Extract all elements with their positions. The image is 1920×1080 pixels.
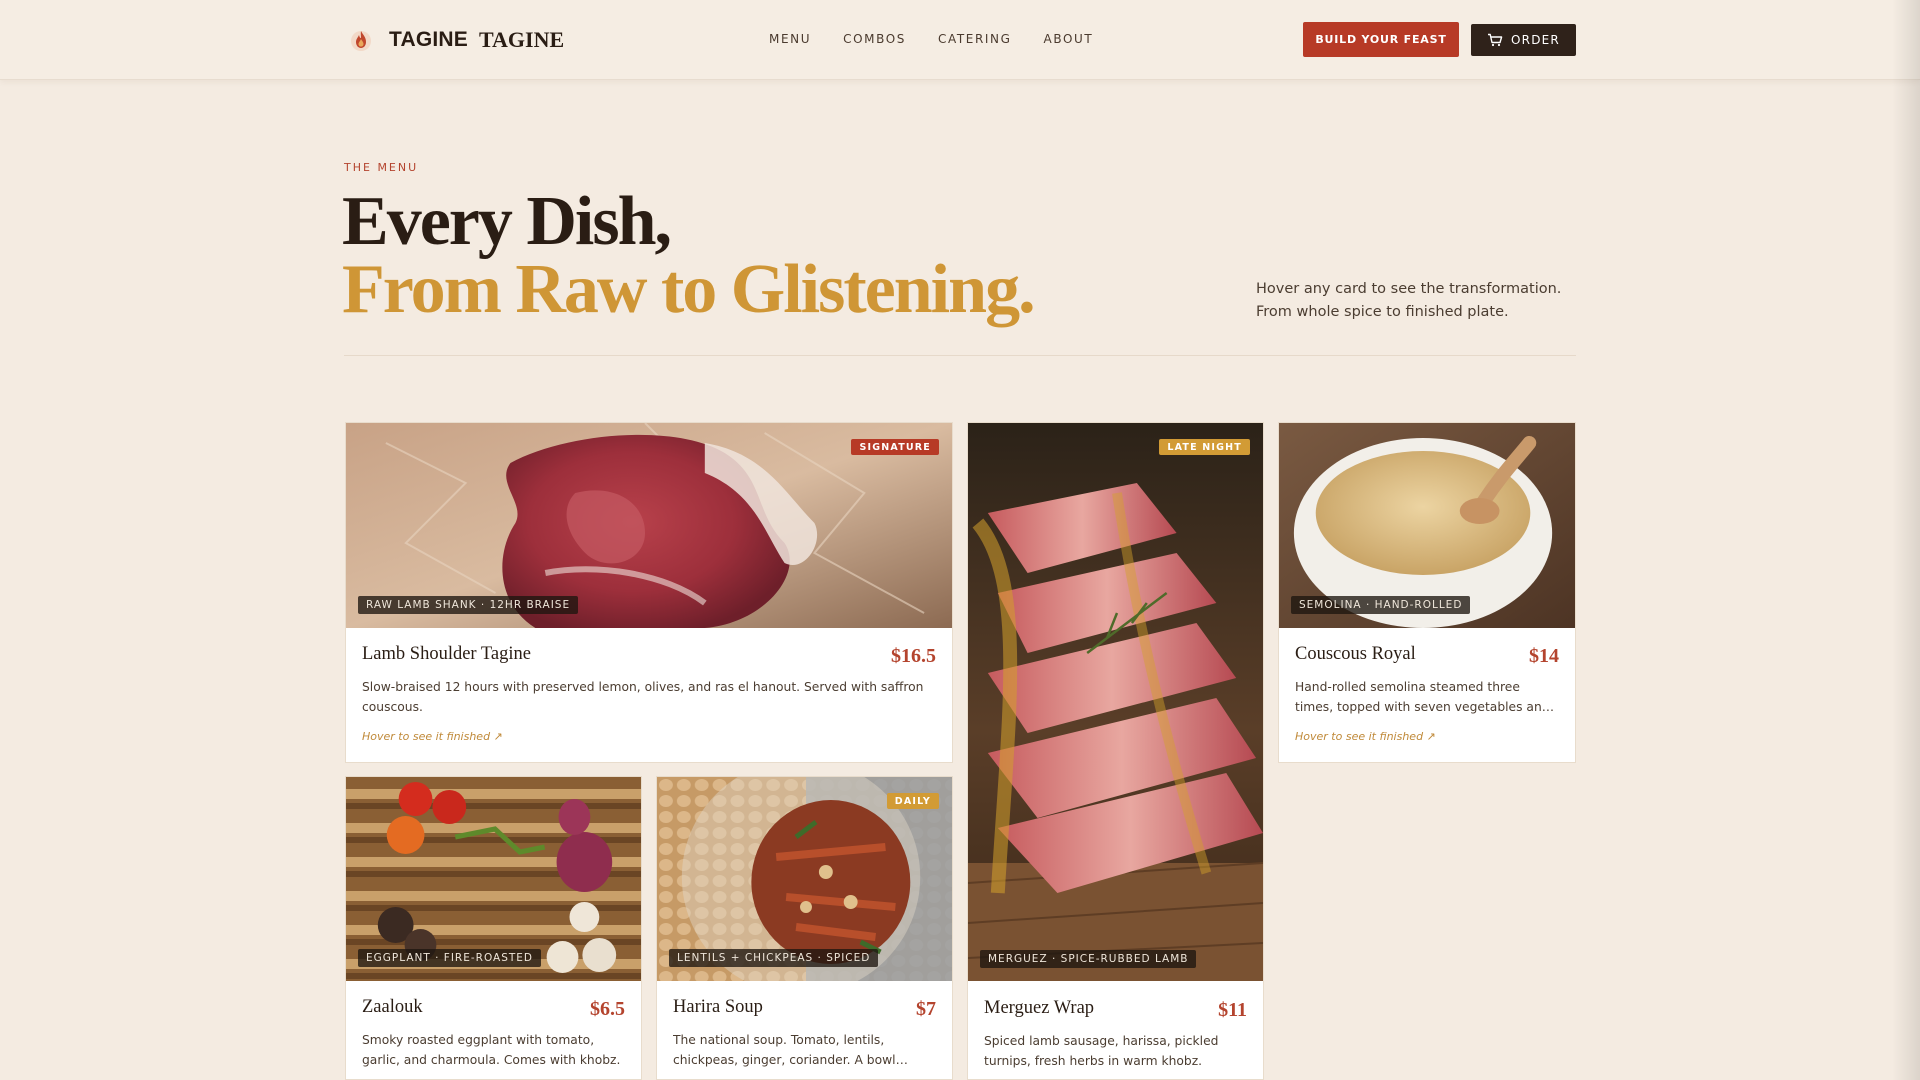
nav-catering[interactable]: CATERING: [938, 32, 1012, 46]
signature-badge: SIGNATURE: [851, 439, 939, 455]
menu-card-harira-soup[interactable]: DAILY LENTILS + CHICKPEAS · SPICED Harir…: [656, 776, 953, 1080]
hover-hint: Hover to see it finished ↗: [1295, 730, 1436, 743]
menu-card-lamb-shoulder-tagine[interactable]: SIGNATURE RAW LAMB SHANK · 12HR BRAISE L…: [345, 422, 953, 763]
dish-description: Spiced lamb sausage, harissa, pickled tu…: [984, 1034, 1219, 1068]
order-button[interactable]: ORDER: [1471, 24, 1576, 56]
dish-description: Smoky roasted eggplant with tomato, garl…: [362, 1033, 621, 1067]
cart-icon: [1488, 33, 1503, 47]
dish-description: Hand-rolled semolina steamed three times…: [1295, 680, 1550, 714]
dish-price: $11: [1218, 999, 1247, 1021]
dish-title: Harira Soup: [673, 997, 763, 1017]
divider: [344, 355, 1576, 356]
dish-description: Slow-braised 12 hours with preserved lem…: [362, 680, 924, 714]
image-caption: EGGPLANT · FIRE-ROASTED: [358, 949, 542, 967]
menu-card-zaalouk[interactable]: EGGPLANT · FIRE-ROASTED Zaalouk $6.5 Smo…: [345, 776, 642, 1080]
menu-card-merguez-wrap[interactable]: LATE NIGHT MERGUEZ · SPICE-RUBBED LAMB M…: [967, 422, 1264, 1080]
dish-title: Lamb Shoulder Tagine: [362, 644, 531, 664]
hero-title-line2: From Raw to Glistening.: [342, 251, 1036, 328]
tagine-flame-icon: [351, 31, 371, 51]
hover-hint: Hover to see it finished ↗: [362, 730, 503, 743]
menu-card-couscous-royal[interactable]: SEMOLINA · HAND-ROLLED Couscous Royal $1…: [1278, 422, 1576, 763]
late-night-badge: LATE NIGHT: [1159, 439, 1250, 455]
site-header: TAGINE TAGINE MENU COMBOS CATERING ABOUT…: [0, 0, 1920, 80]
dish-title: Zaalouk: [362, 997, 423, 1017]
brand-name-sans: TAGINE: [389, 28, 468, 51]
image-caption: SEMOLINA · HAND-ROLLED: [1291, 596, 1471, 614]
dish-price: $14: [1529, 645, 1559, 667]
section-eyebrow: THE MENU: [344, 161, 419, 174]
nav-about[interactable]: ABOUT: [1044, 32, 1094, 46]
dish-description: The national soup. Tomato, lentils, chic…: [673, 1033, 896, 1067]
merguez-ribs-image: [968, 423, 1263, 981]
nav-combos[interactable]: COMBOS: [843, 32, 906, 46]
order-label: ORDER: [1511, 33, 1560, 47]
window-edge-shadow: [1892, 0, 1920, 1080]
nav-menu[interactable]: MENU: [769, 32, 811, 46]
image-caption: LENTILS + CHICKPEAS · SPICED: [669, 949, 879, 967]
brand-logo[interactable]: TAGINE TAGINE: [349, 24, 564, 56]
dish-title: Couscous Royal: [1295, 644, 1416, 664]
brand-name-serif: TAGINE: [478, 27, 565, 52]
dish-price: $6.5: [590, 998, 625, 1020]
dish-title: Merguez Wrap: [984, 998, 1095, 1018]
hero-note: Hover any card to see the transformation…: [1256, 281, 1562, 320]
dish-price: $7: [916, 998, 936, 1020]
image-caption: MERGUEZ · SPICE-RUBBED LAMB: [980, 950, 1197, 968]
dish-price: $16.5: [891, 645, 936, 667]
image-caption: RAW LAMB SHANK · 12HR BRAISE: [358, 596, 579, 614]
build-your-feast-button[interactable]: BUILD YOUR FEAST: [1303, 22, 1459, 57]
daily-badge: DAILY: [886, 793, 939, 809]
main-nav: MENU COMBOS CATERING ABOUT: [769, 32, 1125, 46]
